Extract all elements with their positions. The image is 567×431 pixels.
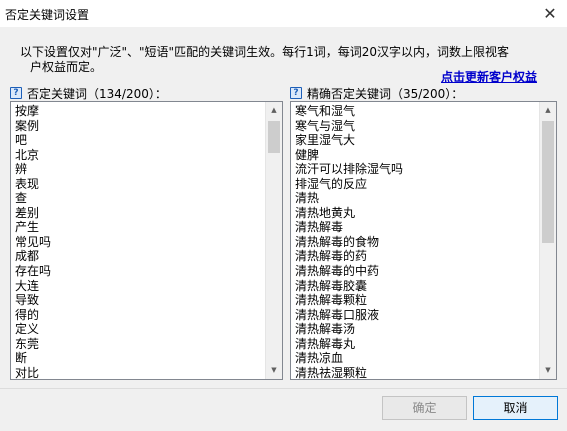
help-icon[interactable]: ? (10, 87, 22, 99)
scroll-up-icon[interactable]: ▲ (540, 102, 556, 119)
scroll-thumb[interactable] (542, 121, 554, 243)
list-item[interactable]: 断 (15, 351, 265, 366)
list-item[interactable]: 大连 (15, 279, 265, 294)
negative-list-scrollbar[interactable]: ▲ ▼ (265, 102, 282, 379)
help-icon[interactable]: ? (290, 87, 302, 99)
update-customer-rights-link[interactable]: 点击更新客户权益 (441, 68, 537, 85)
exact-list-scrollbar[interactable]: ▲ ▼ (539, 102, 556, 379)
list-item[interactable]: 寒气与湿气 (295, 119, 539, 134)
intro-line-1: 以下设置仅对"广泛"、"短语"匹配的关键词生效。每行1词，每词20汉字以内，词数… (20, 45, 509, 59)
list-item[interactable]: 差别 (15, 206, 265, 221)
exact-negative-keywords-label: 精确否定关键词（35/200）： (307, 87, 464, 101)
list-item[interactable]: 寒气和湿气 (295, 104, 539, 119)
list-item[interactable]: 案例 (15, 119, 265, 134)
scroll-thumb[interactable] (268, 121, 280, 153)
negative-keywords-label: 否定关键词（134/200）： (27, 87, 167, 101)
list-item[interactable]: 按摩 (15, 104, 265, 119)
list-item[interactable]: 存在吗 (15, 264, 265, 279)
list-item[interactable]: 清热解毒口服液 (295, 308, 539, 323)
negative-keywords-list[interactable]: 按摩 案例吧北京辨表现查差别 产生 常见吗 成都 存在吗 大连 导致 得的 定义 东莞断对比 ▲ ▼ (10, 101, 283, 380)
footer-divider (0, 388, 567, 389)
list-item[interactable]: 常见吗 (15, 235, 265, 250)
scroll-down-icon[interactable]: ▼ (266, 362, 282, 379)
list-item[interactable]: 健脾 (295, 148, 539, 163)
list-item[interactable]: 辨 (15, 162, 265, 177)
list-item[interactable]: 清热祛湿颗粒 (295, 366, 539, 379)
scroll-down-icon[interactable]: ▼ (540, 362, 556, 379)
exact-negative-keywords-items: 寒气和湿气 寒气与湿气 家里湿气大 健脾 流汗可以排除湿气吗 排湿气的反应 清热 清热地黄丸清… (291, 102, 539, 379)
ok-button[interactable]: 确定 (382, 396, 467, 420)
close-icon[interactable]: ✕ (533, 0, 567, 27)
list-item[interactable]: 清热解毒的食物 (295, 235, 539, 250)
list-item[interactable]: 得的 (15, 308, 265, 323)
list-item[interactable]: 导致 (15, 293, 265, 308)
list-item[interactable]: 成都 (15, 249, 265, 264)
title-bar: 否定关键词设置 ✕ (0, 0, 567, 27)
list-item[interactable]: 清热解毒 (295, 220, 539, 235)
list-item[interactable]: 清热解毒丸 (295, 337, 539, 352)
negative-keywords-items: 按摩 案例吧北京辨表现查差别 产生 常见吗 成都 存在吗 大连 导致 得的 定义 东莞断对比 (11, 102, 265, 379)
exact-negative-keywords-list[interactable]: 寒气和湿气 寒气与湿气 家里湿气大 健脾 流汗可以排除湿气吗 排湿气的反应 清热 清热地黄丸清… (290, 101, 557, 380)
list-item[interactable]: 定义 (15, 322, 265, 337)
list-item[interactable]: 清热解毒胶囊 (295, 279, 539, 294)
list-item[interactable]: 东莞 (15, 337, 265, 352)
list-item[interactable]: 流汗可以排除湿气吗 (295, 162, 539, 177)
list-item[interactable]: 清热地黄丸 (295, 206, 539, 221)
list-item[interactable]: 对比 (15, 366, 265, 379)
list-item[interactable]: 表现 (15, 177, 265, 192)
window-title: 否定关键词设置 (5, 8, 90, 22)
list-item[interactable]: 查 (15, 191, 265, 206)
list-item[interactable]: 产生 (15, 220, 265, 235)
list-item[interactable]: 排湿气的反应 (295, 177, 539, 192)
list-item[interactable]: 北京 (15, 148, 265, 163)
list-item[interactable]: 清热凉血 (295, 351, 539, 366)
list-item[interactable]: 清热解毒的中药 (295, 264, 539, 279)
list-item[interactable]: 清热解毒的药 (295, 249, 539, 264)
list-item[interactable]: 清热解毒颗粒 (295, 293, 539, 308)
list-item[interactable]: 吧 (15, 133, 265, 148)
list-item[interactable]: 清热解毒汤 (295, 322, 539, 337)
list-item[interactable]: 清热 (295, 191, 539, 206)
scroll-up-icon[interactable]: ▲ (266, 102, 282, 119)
cancel-button[interactable]: 取消 (473, 396, 558, 420)
list-item[interactable]: 家里湿气大 (295, 133, 539, 148)
